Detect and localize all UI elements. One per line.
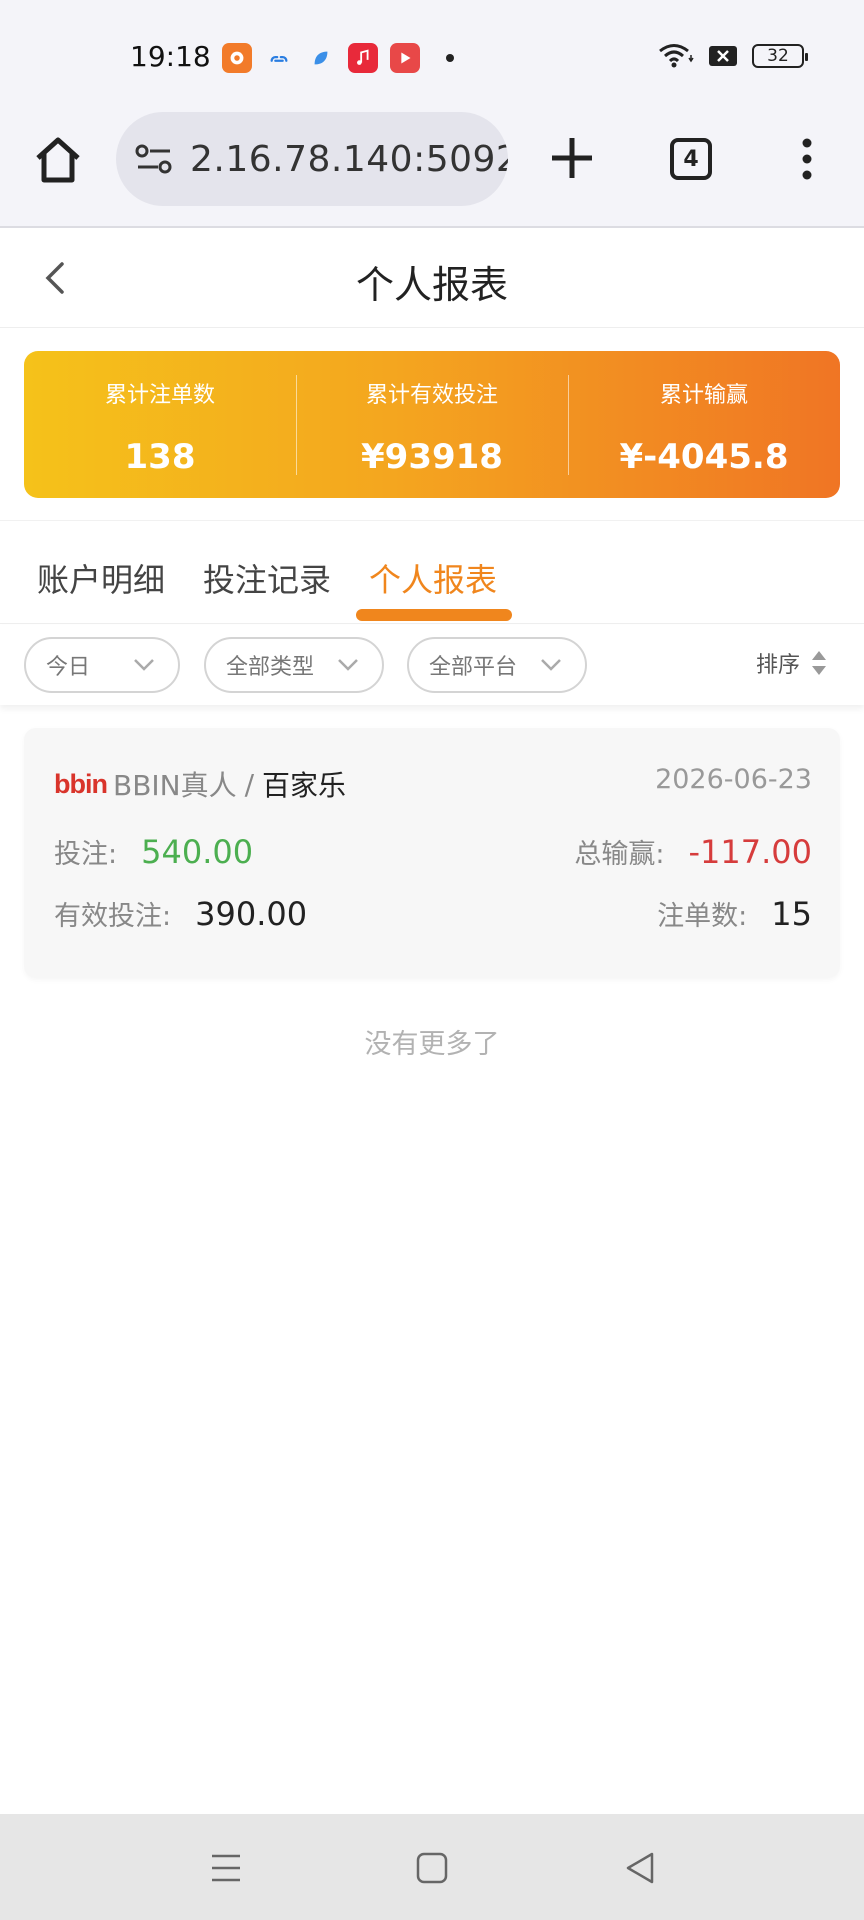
app-orange-icon (222, 43, 252, 73)
total-win-loss: 总输赢: -117.00 (574, 832, 812, 871)
date-filter-dropdown[interactable]: 今日 (24, 637, 180, 693)
system-icons: 32 (658, 42, 808, 70)
bbin-logo: bbin (54, 768, 108, 799)
date-filter-value: 今日 (46, 655, 91, 680)
status-time: 19:18 (130, 40, 211, 73)
no-more-text: 没有更多了 (364, 1029, 500, 1060)
more-notifications-dot (446, 54, 454, 62)
site-settings-icon[interactable] (132, 137, 176, 181)
summary-value: ¥-4045.8 (619, 436, 789, 477)
platform-filter-dropdown[interactable]: 全部平台 (407, 637, 587, 693)
record-brand: bbin BBIN真人 / 百家乐 (54, 764, 346, 804)
bet-value: 540.00 (141, 833, 254, 871)
home-icon[interactable] (30, 132, 86, 188)
new-tab-icon[interactable] (546, 132, 598, 184)
tab-bet-records[interactable]: 投注记录 (203, 555, 331, 601)
tab-account-details[interactable]: 账户明细 (37, 555, 165, 601)
cloud-link-icon (264, 43, 294, 73)
tab-personal-report[interactable]: 个人报表 (369, 555, 497, 601)
page-title: 个人报表 (355, 263, 508, 307)
recent-apps-icon[interactable] (206, 1848, 246, 1888)
blue-leaf-icon (306, 43, 336, 73)
chevron-down-icon (338, 659, 358, 671)
more-menu-icon[interactable] (790, 136, 824, 182)
wifi-icon (659, 44, 694, 68)
system-navigation-bar (0, 1814, 864, 1920)
record-game: 百家乐 (262, 769, 347, 802)
win-loss-label: 总输赢: (574, 839, 665, 870)
valid-bet-label: 有效投注: (54, 901, 172, 932)
bet-label: 投注: (54, 839, 118, 870)
order-count-value: 15 (771, 895, 812, 933)
summary-card: 累计注单数 138 累计有效投注 ¥93918 累计输赢 ¥-4045.8 (24, 351, 840, 498)
sort-label: 排序 (755, 653, 800, 678)
chevron-down-icon (541, 659, 561, 671)
record-date: 2026-06-23 (655, 764, 812, 795)
music-icon (348, 43, 378, 73)
sort-icon (812, 651, 826, 675)
summary-label: 累计有效投注 (365, 382, 498, 408)
home-nav-icon[interactable] (412, 1848, 452, 1888)
valid-bet-value: 390.00 (195, 895, 308, 933)
back-nav-icon[interactable] (620, 1848, 660, 1888)
report-record-card[interactable]: bbin BBIN真人 / 百家乐 2026-06-23 投注: 540.00 总… (24, 728, 840, 978)
type-filter-value: 全部类型 (226, 655, 315, 680)
page-header: 个人报表 (0, 230, 864, 328)
active-tab-indicator (356, 609, 512, 621)
order-count: 注单数: 15 (657, 894, 812, 933)
platform-filter-value: 全部平台 (429, 655, 518, 680)
battery-indicator: 32 (752, 44, 808, 68)
summary-value: 138 (124, 436, 196, 477)
address-bar[interactable]: 2.16.78.140:50922 (116, 112, 508, 206)
record-platform: BBIN真人 (112, 769, 237, 802)
type-filter-dropdown[interactable]: 全部类型 (204, 637, 384, 693)
win-loss-value: -117.00 (688, 833, 812, 871)
video-play-icon (390, 43, 420, 73)
bet-amount: 投注: 540.00 (54, 832, 253, 871)
chevron-down-icon (134, 659, 154, 671)
tab-bar: 账户明细 投注记录 个人报表 (0, 520, 864, 624)
browser-toolbar: 2.16.78.140:50922 4 (0, 100, 864, 228)
notification-icons (222, 43, 454, 73)
summary-win-loss: 累计输赢 ¥-4045.8 (568, 374, 840, 477)
status-bar: 19:18 32 (0, 0, 864, 100)
summary-value: ¥93918 (361, 436, 503, 477)
record-separator: / (244, 767, 255, 801)
order-count-label: 注单数: (657, 901, 748, 932)
sort-button[interactable]: 排序 (756, 647, 828, 679)
summary-label: 累计注单数 (104, 382, 215, 408)
tab-switcher-button[interactable]: 4 (670, 138, 712, 180)
summary-valid-bets: 累计有效投注 ¥93918 (296, 374, 568, 477)
summary-label: 累计输赢 (659, 382, 748, 408)
summary-total-orders: 累计注单数 138 (24, 375, 296, 477)
sim-blocked-icon (709, 46, 737, 66)
filter-bar: 今日 全部类型 全部平台 排序 (0, 625, 864, 705)
url-text[interactable]: 2.16.78.140:50922 (190, 139, 508, 180)
valid-bet: 有效投注: 390.00 (54, 894, 307, 933)
